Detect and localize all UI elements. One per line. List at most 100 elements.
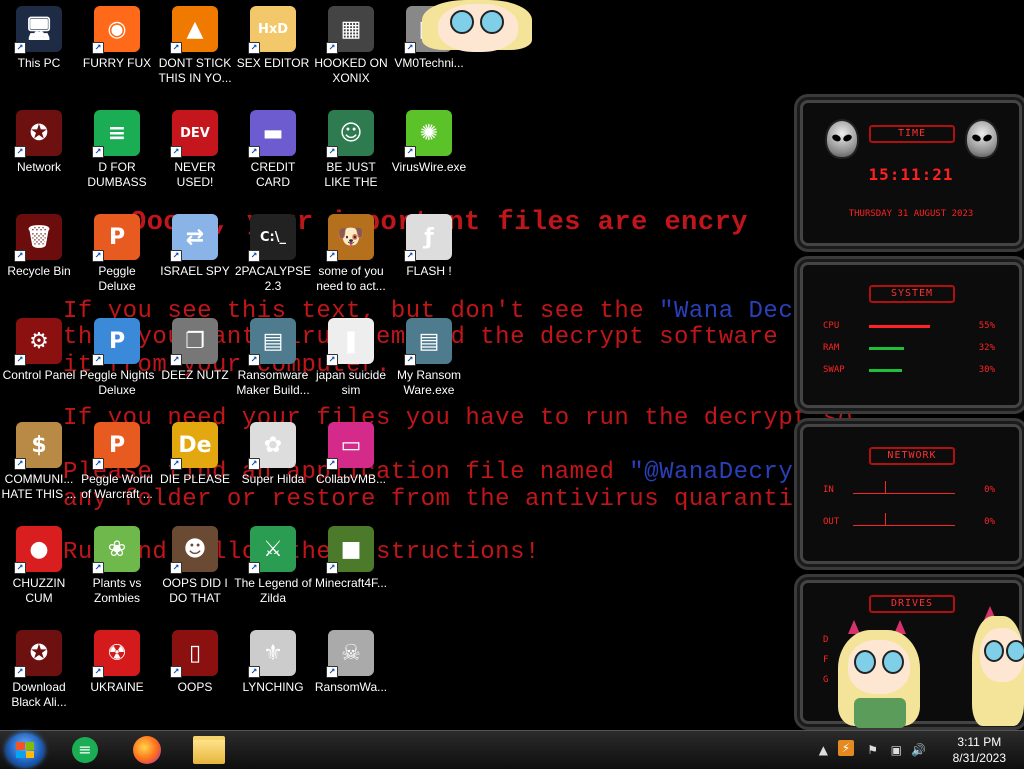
desktop-icon-label: Peggle Deluxe [98, 264, 136, 293]
desktop-icon[interactable]: P ↗ Peggle Nights Deluxe [78, 312, 156, 398]
shortcut-arrow-icon: ↗ [92, 146, 104, 158]
shortcut-arrow-icon: ↗ [14, 354, 26, 366]
desktop-icon-label: VM0Techni... [394, 56, 464, 70]
desktop-icon-label: Download Black Ali... [11, 680, 67, 709]
desktop-icon[interactable]: ⚜ ↗ LYNCHING [234, 624, 312, 695]
desktop-icon[interactable]: De ↗ DIE PLEASE [156, 416, 234, 487]
start-button[interactable] [6, 733, 44, 767]
network-row-value: 0% [984, 485, 995, 495]
desktop-icon[interactable]: ⇄ ↗ ISRAEL SPY [156, 208, 234, 279]
desktop-icon[interactable]: 🗑 ↗ Recycle Bin [0, 208, 78, 279]
desktop-icon[interactable]: ▦ ↗ HOOKED ON XONIX [312, 0, 390, 86]
shortcut-arrow-icon: ↗ [92, 562, 104, 574]
desktop-icon-label: Control Panel [2, 368, 76, 382]
desktop-icon[interactable]: ▬↗CREDIT CARD CHECKER [234, 104, 312, 190]
network-graph-line [853, 493, 955, 494]
desktop-icon[interactable]: ≡ ↗ D FOR DUMBASS [78, 104, 156, 190]
desktop-icon-label: some of you need to act... [316, 264, 386, 293]
desktop-icon[interactable]: ▭ ↗ CollabVMB... [312, 416, 390, 487]
desktop-icon[interactable]: ▯ ↗ OOPS [156, 624, 234, 695]
desktop-icon[interactable]: ❚ ↗ japan suicide sim [312, 312, 390, 398]
desktop-icon[interactable]: ▤ ↗ Ransomware Maker Build... [234, 312, 312, 398]
shortcut-arrow-icon: ↗ [14, 666, 26, 678]
shortcut-arrow-icon: ↗ [404, 146, 416, 158]
alien-network-icon: ✪ ↗ [14, 110, 62, 158]
desktop-icon[interactable]: ☺↗BE JUST LIKE THE DUDE! [312, 104, 390, 190]
desktop-icon[interactable]: ▤ ↗ My Ransom Ware.exe [390, 312, 468, 398]
system-row-label: SWAP [823, 365, 845, 375]
network-graph-spike [885, 513, 886, 525]
xonix-icon: ▦ ↗ [326, 6, 374, 54]
shortcut-arrow-icon: ↗ [248, 354, 260, 366]
desktop-icon[interactable]: P ↗ Peggle World of Warcraft ... [78, 416, 156, 502]
desktop-icon[interactable]: ☻ ↗ OOPS DID I DO THAT [156, 520, 234, 606]
grass-block-icon: ■ ↗ [326, 526, 374, 574]
drives-header: DRIVES [869, 595, 955, 613]
drive-row-label: G [823, 675, 829, 685]
limewire-icon: ✺ ↗ [404, 110, 452, 158]
vlc-cone-icon: ▲ ↗ [170, 6, 218, 54]
desktop-icon[interactable]: ◉ ↗ FURRY FUX [78, 0, 156, 71]
desktop-icon[interactable]: ■ ↗ Minecraft4F... [312, 520, 390, 591]
desktop-icon-label: OOPS DID I DO THAT [162, 576, 228, 605]
network-row-value: 0% [984, 517, 995, 527]
desktop-icon-label: DIE PLEASE [159, 472, 231, 486]
desktop-icon[interactable]: ☢ ↗ UKRAINE [78, 624, 156, 695]
desktop-icon[interactable]: ✺ ↗ VirusWire.exe [390, 104, 468, 175]
desktop-icon-label: NEVER USED! [174, 160, 216, 189]
portrait-icon: ☻ ↗ [170, 526, 218, 574]
desktop-icon[interactable]: ▲ ↗ DONT STICK THIS IN YO... [156, 0, 234, 86]
desktop-icon[interactable]: HxD ↗ SEX EDITOR [234, 0, 312, 71]
app-window-icon: ▤ ↗ [404, 318, 452, 366]
taskbar-app-firefox[interactable] [120, 734, 174, 766]
system-row-bar [869, 347, 904, 350]
alien-book-icon: ▯ ↗ [170, 630, 218, 678]
desktop-icon[interactable]: ☠ ↗ RansomWa... [312, 624, 390, 695]
desktop-icon[interactable]: ⚙ ↗ Control Panel [0, 312, 78, 383]
desktop-icon-label: BE JUST LIKE THE DUDE! [324, 160, 378, 189]
pvz-flower-icon: ❀ ↗ [92, 526, 140, 574]
desktop-icon-label: ISRAEL SPY [160, 264, 230, 278]
system-row-label: RAM [823, 343, 840, 353]
desktop-icon[interactable]: ● ↗ CHUZZIN CUM [0, 520, 78, 606]
desktop-icon[interactable]: ❀ ↗ Plants vs Zombies [78, 520, 156, 606]
alien-head-icon [825, 119, 859, 159]
desktop-icon[interactable]: $ ↗ COMMUNI... HATE THIS ... [0, 416, 78, 502]
shortcut-arrow-icon: ↗ [92, 354, 104, 366]
desktop-icon[interactable]: 🖥 ↗ This PC [0, 0, 78, 71]
desktop-icon-label: Super Hilda [241, 472, 305, 486]
network-icon[interactable]: ▣ [891, 743, 902, 757]
desktop-icon[interactable]: 🐶 ↗ some of you need to act... [312, 208, 390, 294]
desktop-icon[interactable]: ❐ ↗ DEEZ NUTZ [156, 312, 234, 383]
system-row: CPU 55% [823, 321, 995, 333]
network-row: OUT 0% [823, 513, 995, 529]
desktop-icon-label: UKRAINE [90, 680, 144, 694]
taskbar-app-explorer[interactable] [182, 734, 236, 766]
desktop-icon[interactable]: DEV ↗ NEVER USED! [156, 104, 234, 190]
desktop-icon[interactable]: ✪ ↗ Network [0, 104, 78, 175]
volume-icon[interactable]: 🔊 [911, 743, 926, 757]
shortcut-arrow-icon: ↗ [326, 146, 338, 158]
taskbar-clock[interactable]: 3:11 PM 8/31/2023 [953, 734, 1006, 766]
app-tray-icon[interactable]: ⚡ [838, 740, 854, 756]
shortcut-arrow-icon: ↗ [404, 250, 416, 262]
shortcut-arrow-icon: ↗ [14, 146, 26, 158]
clock-time: 3:11 PM [957, 735, 1002, 749]
desktop-icon[interactable]: ƒ ↗ FLASH ! [390, 208, 468, 279]
shortcut-arrow-icon: ↗ [92, 666, 104, 678]
control-panel-icon: ⚙ ↗ [14, 318, 62, 366]
desktop-icon[interactable]: C:\_ ↗ 2PACALYPSE 2.3 [234, 208, 312, 294]
show-hidden-icons-arrow-icon[interactable]: ▲ [819, 743, 828, 757]
desktop-icon[interactable]: ✪ ↗ Download Black Ali... [0, 624, 78, 710]
credit-card-icon: ▬ ↗ [248, 110, 296, 158]
desktop-icon[interactable]: ✿ ↗ Super Hilda [234, 416, 312, 487]
network-graph-line [853, 525, 955, 526]
action-center-flag-icon[interactable]: ⚑ [867, 743, 878, 757]
santa-icon: ☺ ↗ [326, 110, 374, 158]
desktop-icon[interactable]: P ↗ Peggle Deluxe [78, 208, 156, 294]
taskbar-app-docs[interactable]: ≡ [58, 734, 112, 766]
desktop-icon[interactable]: ⚔ ↗ The Legend of Zilda [234, 520, 312, 606]
shortcut-arrow-icon: ↗ [14, 250, 26, 262]
doc-green-icon: ≡ ↗ [92, 110, 140, 158]
shortcut-arrow-icon: ↗ [170, 666, 182, 678]
